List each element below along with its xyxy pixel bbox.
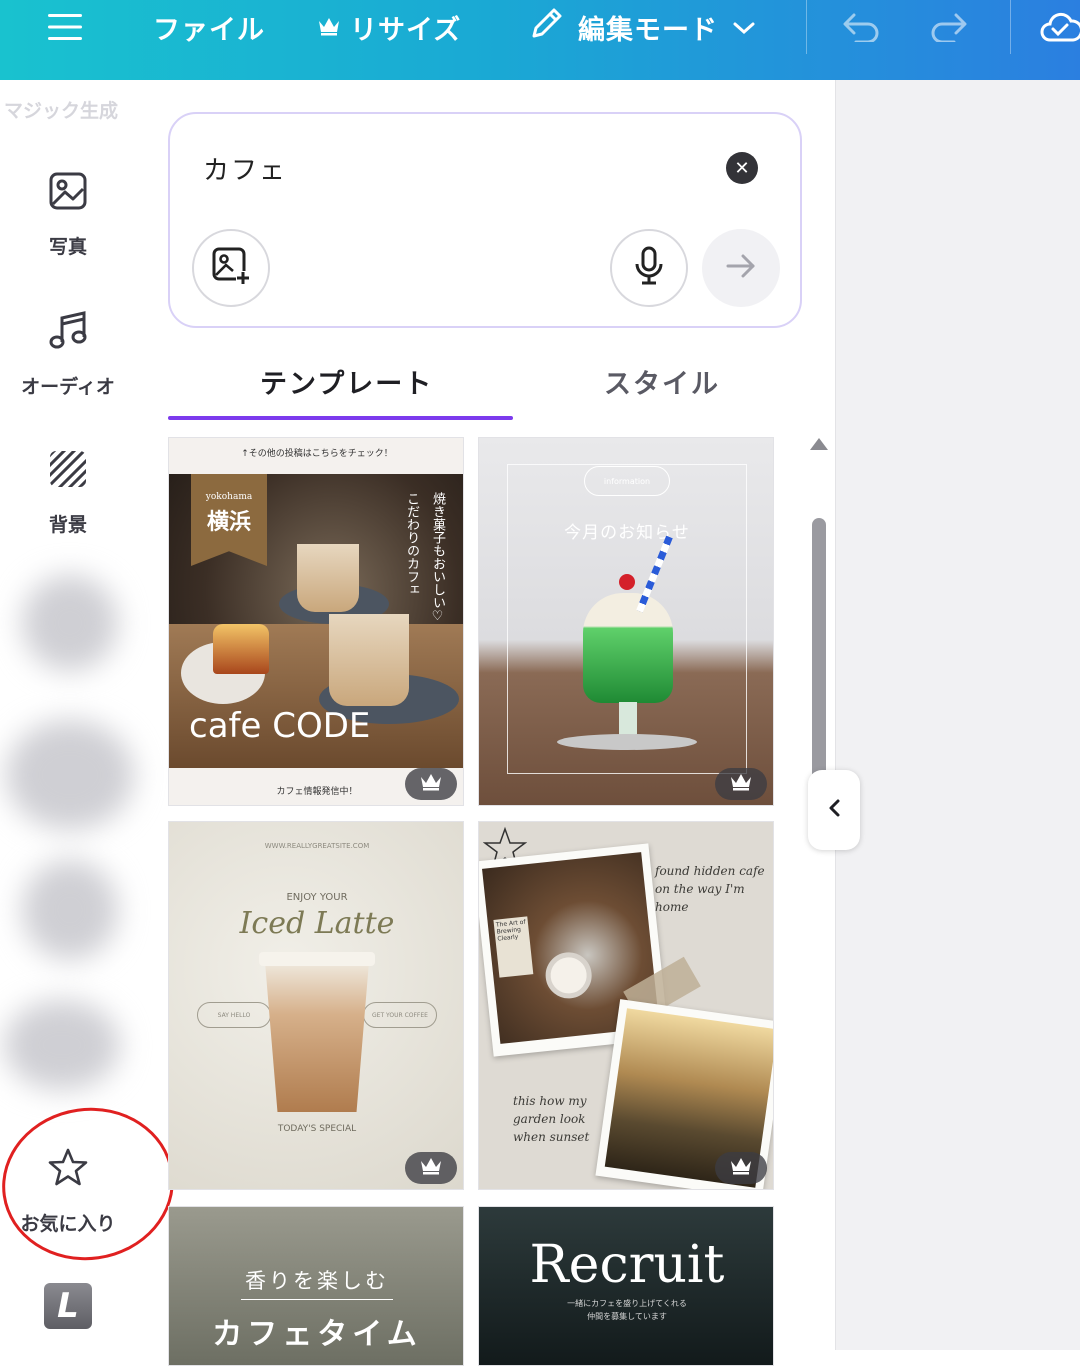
file-menu-button[interactable]: ファイル [153,0,265,54]
search-input[interactable]: カフェ [203,150,287,187]
blurred-sidebar-item[interactable] [22,575,118,671]
undo-icon[interactable] [842,0,886,54]
cup-lid [259,952,375,966]
info-pill: information [584,466,670,496]
template-subtitle-line: 一緒にカフェを盛り上げてくれる [567,1299,687,1308]
canvas-area [835,80,1080,1350]
template-subtitle: 一緒にカフェを盛り上げてくれる 仲間を募集しています [479,1297,773,1323]
top-toolbar: ファイル リサイズ 編集モード [0,0,1080,80]
iced-latte-cup [265,962,369,1112]
resize-label: リサイズ [350,14,462,46]
sidebar-item-audio[interactable]: オーディオ [0,310,136,399]
template-url: WWW.REALLYGREATSITE.COM [264,842,370,850]
crown-icon [730,1157,752,1179]
template-headline: 今月のお知らせ [564,523,690,543]
photo-icon [49,172,87,214]
template-logo: cafe CODE [189,706,371,746]
chevron-down-icon [732,12,756,43]
magic-search-box: カフェ ✕ [168,112,802,328]
template-headline: カフェタイム [212,1317,422,1352]
divider-line [241,1299,393,1300]
script-caption: this how my garden look when sunset [513,1094,590,1144]
upload-image-button[interactable] [192,229,270,307]
image-add-icon [211,246,251,290]
tab-templates[interactable]: テンプレート [260,362,433,401]
sidebar-item-label: 背景 [48,514,87,536]
resize-button[interactable]: リサイズ [318,0,461,54]
sidebar-item-label: 写真 [48,236,87,258]
toolbar-divider [806,0,807,54]
sidebar-item-label: オーディオ [21,376,115,398]
cream-soda-glass [583,593,673,703]
pencil-icon [528,6,564,49]
crown-icon [730,773,752,795]
cherry [619,574,635,590]
coffee-cup [329,614,409,706]
chevron-left-icon [827,796,841,824]
template-top-text: ↑その他の投稿はこちらをチェック！ [241,449,393,459]
scrollbar-thumb[interactable] [812,518,826,798]
blurred-sidebar-item[interactable] [4,1000,120,1090]
book-cover: The Art of Brewing Clearly [493,916,534,978]
clear-search-button[interactable]: ✕ [726,152,758,184]
template-footer: TODAY'S SPECIAL [277,1124,357,1134]
voice-input-button[interactable] [610,229,688,307]
submit-search-button[interactable] [702,229,780,307]
arrow-right-icon [725,253,757,283]
edit-mode-label: 編集モード [578,14,718,46]
redo-icon[interactable] [930,0,974,54]
template-card-cafe-time[interactable]: 香りを楽しむ カフェタイム [168,1206,464,1366]
template-card-polaroid-collage[interactable]: The Art of Brewing Clearly found hidden … [478,821,774,1190]
tab-styles[interactable]: スタイル [604,362,720,401]
microphone-icon [634,246,664,290]
blurred-sidebar-item[interactable] [6,720,134,830]
sidebar-item-photos[interactable]: 写真 [0,172,136,259]
toolbar-divider [1010,0,1011,54]
app-badge[interactable]: L [44,1283,92,1329]
background-pattern-icon [49,450,87,492]
template-card-recruit[interactable]: Recruit 一緒にカフェを盛り上げてくれる 仲間を募集しています [478,1206,774,1366]
collapse-panel-button[interactable] [808,770,860,850]
premium-badge [405,768,457,800]
template-pill-left: SAY HELLO [197,1002,271,1028]
crown-icon [318,12,340,43]
crown-icon [420,773,442,795]
scroll-up-arrow-icon[interactable] [810,438,828,450]
crown-icon [420,1157,442,1179]
premium-badge [405,1152,457,1184]
tag-small-text: yokohama [205,492,253,502]
template-card-cream-soda[interactable]: information 今月のお知らせ [478,437,774,806]
sidebar-item-background[interactable]: 背景 [0,450,136,537]
cloud-check-icon[interactable] [1040,0,1080,54]
music-note-icon [49,310,87,354]
template-subtitle-line: 仲間を募集しています [587,1312,667,1321]
silver-tray [557,734,697,750]
edit-mode-dropdown[interactable]: 編集モード [528,0,756,54]
template-pill-right: GET YOUR COFFEE [363,1002,437,1028]
template-subtitle: 香りを楽しむ [245,1269,389,1293]
template-card-iced-latte[interactable]: WWW.REALLYGREATSITE.COM ENJOY YOUR Iced … [168,821,464,1190]
cupcake [213,624,269,674]
active-tab-indicator [168,416,513,420]
template-card-cafe-code[interactable]: ↑その他の投稿はこちらをチェック！ yokohama 横浜 焼き菓子もおいしい♡… [168,437,464,806]
coffee-cup [297,544,359,612]
tag-big-text: 横浜 [206,510,251,535]
vertical-caption: 焼き菓子もおいしい♡ [430,492,445,624]
template-subtitle: ENJOY YOUR [286,892,348,903]
sidebar-item-magic-generate[interactable]: マジック生成 [4,96,118,123]
blurred-sidebar-item[interactable] [22,860,118,960]
premium-badge [715,1152,767,1184]
hamburger-icon[interactable] [48,0,88,54]
template-headline: Recruit [529,1235,725,1295]
vertical-caption: こだわりのカフェ [404,492,419,596]
glass-stem [619,702,637,736]
script-caption: found hidden cafe on the way I'm home [655,864,765,914]
close-icon: ✕ [734,157,750,179]
template-headline: Iced Latte [239,906,395,941]
premium-badge [715,768,767,800]
